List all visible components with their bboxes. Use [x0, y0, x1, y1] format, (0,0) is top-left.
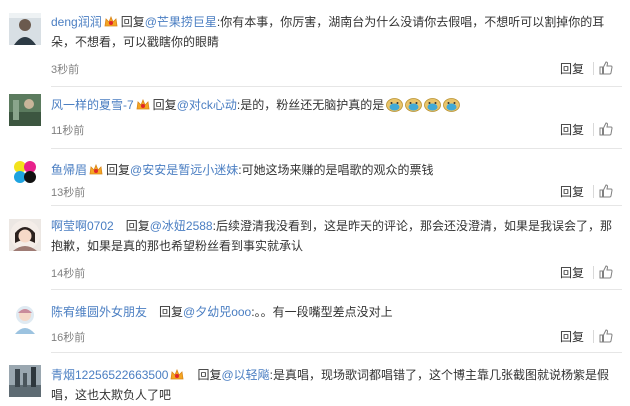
- username-link[interactable]: deng润润: [51, 15, 102, 29]
- avatar[interactable]: [9, 94, 41, 126]
- comment-time: 14秒前: [51, 268, 86, 280]
- reply-label: 回复: [125, 219, 150, 233]
- comment-item: 风一样的夏雪-7 回复@对ck心动:是的，粉丝还无脑护真的是 11秒前 回复: [0, 87, 630, 148]
- username-link[interactable]: 啊莹啊0702: [51, 219, 114, 233]
- comment-item: 青烟12256522663500 回复@以轻飚:是真唱，现场歌词都唱错了，这个博主…: [0, 353, 630, 406]
- action-divider: [593, 266, 594, 279]
- reply-to-link[interactable]: @安安是暂远小迷妹: [130, 163, 238, 177]
- thumbs-up-icon[interactable]: [599, 61, 613, 75]
- avatar[interactable]: [9, 302, 41, 334]
- doge-emoji: [386, 98, 404, 112]
- doge-emoji: [443, 98, 461, 112]
- action-divider: [593, 123, 594, 136]
- comment-item: 陈宥维圆外女朋友 回复@夕幼兕ooo:。。有一段嘴型差点没对上 16秒前 回复: [0, 290, 630, 352]
- comment-item: 啊莹啊0702 回复@冰妞2588:后续澄清我没看到，这是昨天的评论，那会还没澄清…: [0, 206, 630, 289]
- doge-emoji: [405, 98, 423, 112]
- comment-item: 鱼帰眉 回复@安安是暂远小迷妹:可她这场来赚的是唱歌的观众的票钱 13秒前 回复: [0, 149, 630, 205]
- vip-crown-badge: [136, 99, 150, 110]
- reply-label: 回复: [106, 163, 131, 177]
- reply-label: 回复: [152, 98, 177, 112]
- avatar[interactable]: [9, 365, 41, 397]
- avatar[interactable]: [9, 13, 41, 45]
- avatar[interactable]: [9, 219, 41, 251]
- vip-crown-badge: [89, 164, 103, 175]
- comment-time: 13秒前: [51, 187, 86, 199]
- reply-label: 回复: [159, 305, 184, 319]
- reply-label: 回复: [197, 368, 222, 382]
- reply-to-link[interactable]: @冰妞2588: [150, 219, 213, 233]
- action-divider: [593, 185, 594, 198]
- comment-content: :是的，粉丝还无脑护真的是: [236, 98, 385, 112]
- reply-button[interactable]: 回复: [560, 328, 584, 345]
- avatar[interactable]: [9, 156, 41, 188]
- comment-time: 3秒前: [51, 64, 80, 76]
- reply-button[interactable]: 回复: [560, 60, 584, 77]
- comment-content: :可她这场来赚的是唱歌的观众的票钱: [238, 163, 434, 177]
- reply-to-link[interactable]: @芒果捞巨星: [145, 15, 217, 29]
- comment-time: 16秒前: [51, 332, 86, 344]
- reply-label: 回复: [120, 15, 145, 29]
- vip-crown-badge: [170, 369, 184, 380]
- username-link[interactable]: 风一样的夏雪-7: [51, 98, 134, 112]
- reply-button[interactable]: 回复: [560, 121, 584, 138]
- reply-to-link[interactable]: @夕幼兕ooo: [183, 305, 251, 319]
- doge-emoji: [424, 98, 442, 112]
- comment-item: deng润润 回复@芒果捞巨星:你有本事，你厉害，湖南台为什么没请你去假唱，不想听…: [0, 0, 630, 86]
- action-divider: [593, 330, 594, 343]
- thumbs-up-icon[interactable]: [599, 265, 613, 279]
- username-link[interactable]: 青烟12256522663500: [51, 368, 168, 382]
- thumbs-up-icon[interactable]: [599, 329, 613, 343]
- comment-content: :。。有一段嘴型差点没对上: [251, 305, 393, 319]
- comment-time: 11秒前: [51, 125, 85, 137]
- vip-crown-badge: [104, 16, 118, 27]
- thumbs-up-icon[interactable]: [599, 122, 613, 136]
- reply-button[interactable]: 回复: [560, 183, 584, 200]
- username-link[interactable]: 鱼帰眉: [51, 163, 87, 177]
- reply-to-link[interactable]: @以轻飚: [221, 368, 269, 382]
- action-divider: [593, 62, 594, 75]
- username-link[interactable]: 陈宥维圆外女朋友: [51, 305, 147, 319]
- thumbs-up-icon[interactable]: [599, 184, 613, 198]
- reply-button[interactable]: 回复: [560, 264, 584, 281]
- reply-to-link[interactable]: @对ck心动: [177, 98, 237, 112]
